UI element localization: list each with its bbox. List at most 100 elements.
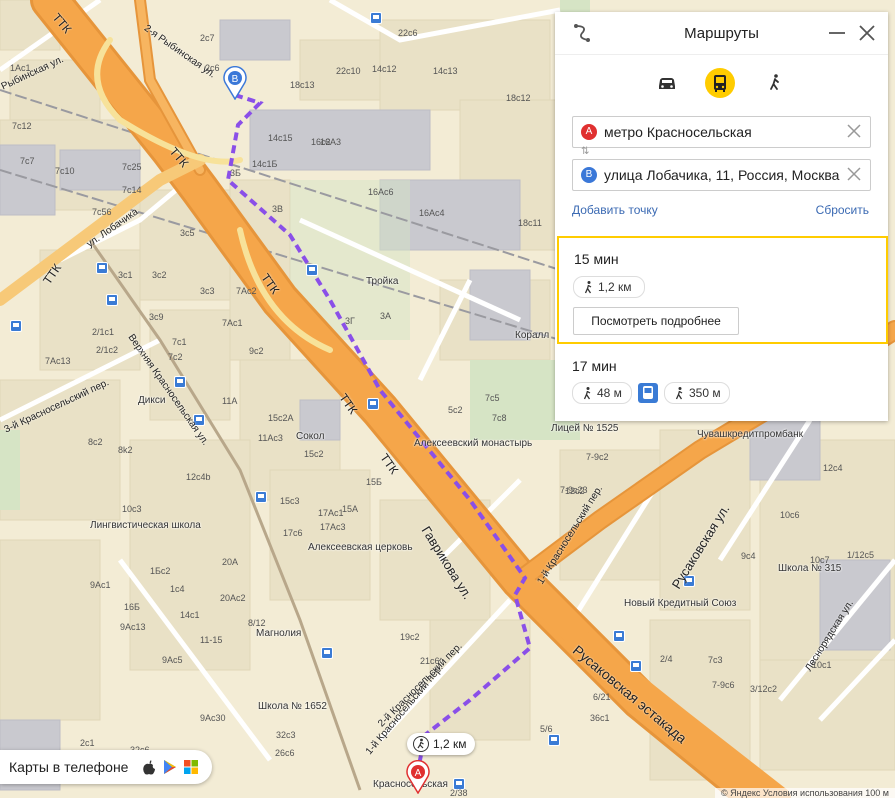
walk-distance-text: 1,2 км xyxy=(598,280,632,294)
house-number-label: 15c2 xyxy=(304,449,324,459)
bus-stop-icon[interactable] xyxy=(106,294,118,306)
house-number-label: 15c3 xyxy=(280,496,300,506)
poi-linguistic-school[interactable]: Лингвистическая школа xyxy=(90,520,201,531)
route-end-marker[interactable]: B xyxy=(222,66,248,100)
house-number-label: 17Ac1 xyxy=(318,508,344,518)
house-number-label: 7c7 xyxy=(20,156,35,166)
house-number-label: 9Ac5 xyxy=(162,655,183,665)
house-number-label: 1Ac1 xyxy=(10,63,31,73)
house-number-label: 7c1 xyxy=(172,337,187,347)
bus-stop-icon[interactable] xyxy=(613,630,625,642)
house-number-label: 7-9c6 xyxy=(712,680,735,690)
car-mode-icon[interactable] xyxy=(652,68,682,98)
house-number-label: 18c12 xyxy=(506,93,531,103)
house-number-label: 7c12 xyxy=(12,121,32,131)
poi-chuvashkreditprombank[interactable]: Чувашкредитпромбанк xyxy=(697,429,803,440)
apple-icon[interactable] xyxy=(142,759,156,775)
house-number-label: 5/6 xyxy=(540,724,553,734)
house-number-label: 2/1c2 xyxy=(96,345,119,355)
route-variant-1[interactable]: 15 мин 1,2 км Посмотреть подробнее xyxy=(557,236,888,344)
house-number-label: 3Г xyxy=(345,316,355,326)
house-number-label: 3c2 xyxy=(152,270,167,280)
house-number-label: 3c9 xyxy=(149,312,164,322)
house-number-label: 3/12c2 xyxy=(750,684,778,694)
poi-alekseevsky-monastery[interactable]: Алексеевский монастырь xyxy=(414,438,532,449)
google-play-icon[interactable] xyxy=(163,759,177,775)
clear-destination-icon[interactable] xyxy=(846,166,862,182)
walk-icon xyxy=(584,281,592,294)
route-start-marker[interactable]: A xyxy=(405,760,431,794)
start-marker-letter: A xyxy=(415,768,422,779)
origin-badge: A xyxy=(581,124,597,140)
poi-magnolia[interactable]: Магнолия xyxy=(256,628,301,639)
origin-field[interactable]: A метро Красносельская xyxy=(572,116,871,148)
house-number-label: 10c7 xyxy=(810,555,830,565)
house-number-label: 7Ac13 xyxy=(45,356,71,366)
house-number-label: 16Ac6 xyxy=(368,187,394,197)
poi-school-1652[interactable]: Школа № 1652 xyxy=(258,701,327,712)
route-distance-badge[interactable]: 1,2 км xyxy=(407,733,475,755)
house-number-label: 22c10 xyxy=(336,66,361,76)
bus-stop-icon[interactable] xyxy=(548,734,560,746)
view-details-button[interactable]: Посмотреть подробнее xyxy=(573,307,739,335)
house-number-label: 3c1 xyxy=(118,270,133,280)
poi-sokol[interactable]: Сокол xyxy=(296,431,324,442)
bus-icon xyxy=(638,383,658,403)
poi-alekseevskaya-church[interactable]: Алексеевская церковь xyxy=(308,542,413,553)
destination-input[interactable]: улица Лобачика, 11, Россия, Москва xyxy=(604,167,844,183)
poi-new-credit-union[interactable]: Новый Кредитный Союз xyxy=(624,598,736,609)
panel-header: Маршруты xyxy=(555,12,888,55)
mobile-app-promo[interactable]: Карты в телефоне xyxy=(0,750,212,784)
poi-dixi[interactable]: Дикси xyxy=(138,395,165,406)
swap-points-icon[interactable]: ⇅ xyxy=(581,146,589,157)
reset-link[interactable]: Сбросить xyxy=(816,203,869,217)
house-number-label: 15Б xyxy=(366,477,382,487)
origin-input[interactable]: метро Красносельская xyxy=(604,124,844,140)
house-number-label: 12c4b xyxy=(186,472,211,482)
house-number-label: 7Ac2 xyxy=(236,286,257,296)
house-number-label: 7c5 xyxy=(485,393,500,403)
windows-icon[interactable] xyxy=(184,759,198,775)
poi-korall[interactable]: Коралл xyxy=(515,330,549,341)
bus-stop-icon[interactable] xyxy=(630,660,642,672)
poi-troika[interactable]: Тройка xyxy=(366,276,398,287)
poi-lyceum-1525[interactable]: Лицей № 1525 xyxy=(551,423,618,434)
bus-stop-icon[interactable] xyxy=(367,398,379,410)
house-number-label: 17Ac3 xyxy=(320,522,346,532)
house-number-label: 3A xyxy=(380,311,392,321)
house-number-label: 17c6 xyxy=(283,528,303,538)
public-transport-mode[interactable] xyxy=(705,68,735,98)
route-distance-text: 1,2 км xyxy=(433,737,467,751)
close-icon[interactable] xyxy=(856,22,878,44)
house-number-label: 1/12c5 xyxy=(847,550,875,560)
bus-stop-icon[interactable] xyxy=(96,262,108,274)
map-copyright[interactable]: © Яндекс Условия использования 100 м xyxy=(715,788,895,798)
house-number-label: 14c12 xyxy=(372,64,397,74)
house-number-label: 16Ac4 xyxy=(419,208,445,218)
route-variant-2[interactable]: 17 мин 48 м 350 м xyxy=(557,346,884,416)
house-number-label: 36c1 xyxy=(590,713,610,723)
house-number-label: 15A xyxy=(342,504,359,514)
walk-distance-chip: 48 м xyxy=(572,382,632,404)
house-number-label: 10c1 xyxy=(812,660,832,670)
bus-mode-icon xyxy=(714,75,726,92)
house-number-label: 10c6 xyxy=(780,510,800,520)
walk-mode-icon[interactable] xyxy=(760,68,790,98)
add-point-link[interactable]: Добавить точку xyxy=(572,203,658,217)
bus-stop-icon[interactable] xyxy=(321,647,333,659)
destination-field[interactable]: B улица Лобачика, 11, Россия, Москва xyxy=(572,159,871,191)
bus-stop-icon[interactable] xyxy=(174,376,186,388)
minimize-icon[interactable] xyxy=(826,22,848,44)
end-marker-letter: B xyxy=(232,74,239,85)
clear-origin-icon[interactable] xyxy=(846,123,862,139)
house-number-label: 32c3 xyxy=(276,730,296,740)
house-number-label: 7c3 xyxy=(708,655,723,665)
house-number-label: 3c3 xyxy=(200,286,215,296)
bus-stop-icon[interactable] xyxy=(306,264,318,276)
house-number-label: 14c1Б xyxy=(252,159,278,169)
house-number-label: 7c2 xyxy=(168,352,183,362)
bus-stop-icon[interactable] xyxy=(10,320,22,332)
bus-stop-icon[interactable] xyxy=(370,12,382,24)
house-number-label: 2c7 xyxy=(200,33,215,43)
bus-stop-icon[interactable] xyxy=(255,491,267,503)
